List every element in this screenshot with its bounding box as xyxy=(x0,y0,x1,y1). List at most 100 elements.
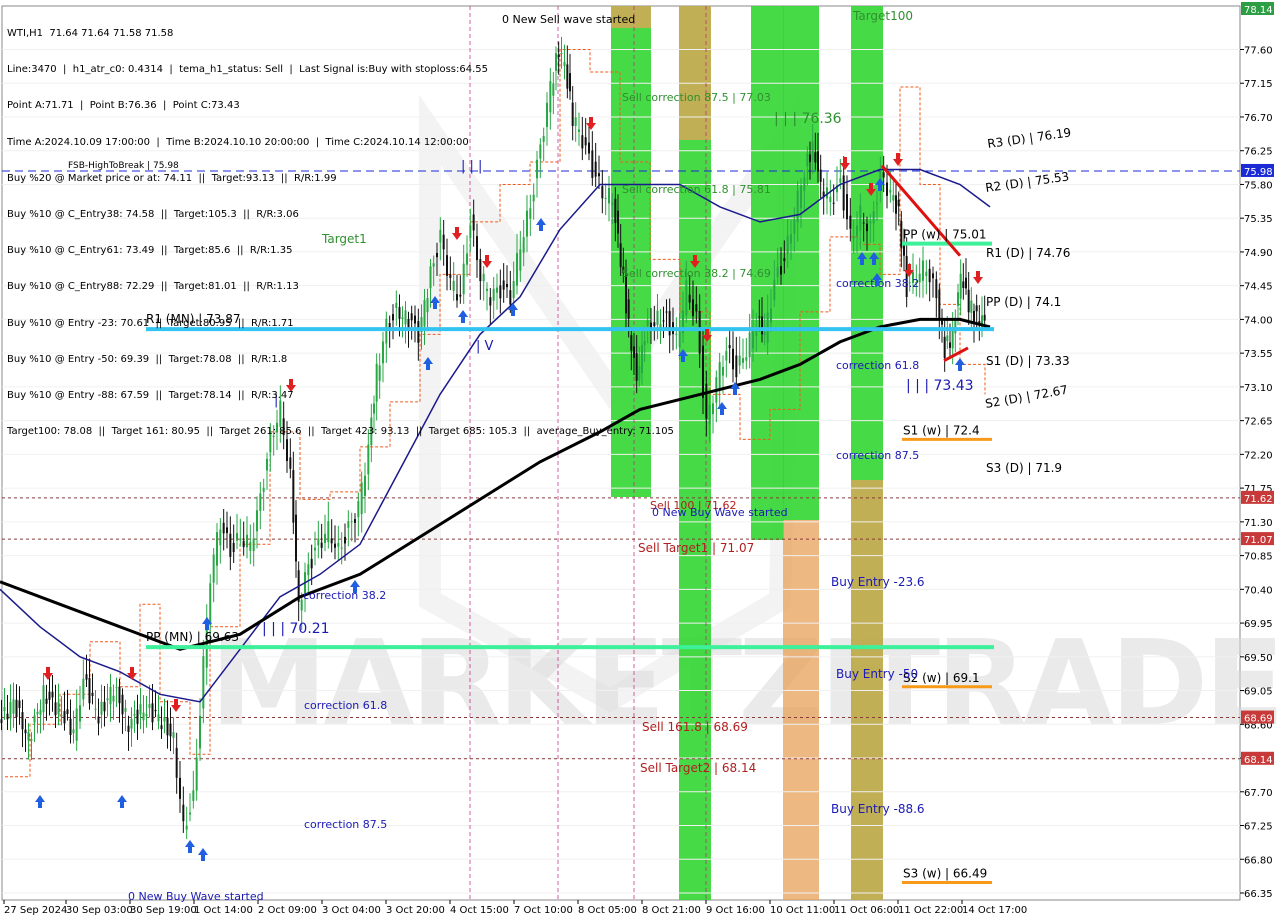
candle-body xyxy=(745,357,748,361)
x-tick-label: 11 Oct 22:00 xyxy=(898,905,963,916)
y-tick-label: 69.50 xyxy=(1244,653,1273,664)
candle-body xyxy=(839,178,842,183)
y-tick-label: 74.45 xyxy=(1244,282,1273,293)
info-line: Buy %10 @ Entry -50: 69.39 || Target:78.… xyxy=(7,353,288,365)
candle-body xyxy=(935,279,938,299)
candle-body xyxy=(938,289,941,320)
candle-body xyxy=(82,678,85,700)
price-badge-label: 78.14 xyxy=(1244,5,1273,16)
candle-body xyxy=(179,777,181,799)
candle-body xyxy=(946,335,949,342)
candle-body xyxy=(705,383,708,419)
candle-body xyxy=(3,707,6,711)
candle-body xyxy=(862,222,865,224)
candle-body xyxy=(357,501,360,518)
info-line: Buy %10 @ Entry -23: 70.61 || Target:80.… xyxy=(7,317,294,329)
y-tick-label: 77.15 xyxy=(1244,79,1273,90)
candle-body xyxy=(259,493,262,511)
candle-body xyxy=(856,225,858,236)
candle-body xyxy=(185,825,188,830)
y-tick-label: 67.25 xyxy=(1244,822,1273,833)
candle-body xyxy=(957,292,959,306)
candle-body xyxy=(763,332,766,336)
candle-body xyxy=(758,316,761,318)
candle-body xyxy=(970,300,973,313)
candle-body xyxy=(817,151,819,172)
y-tick-label: 75.35 xyxy=(1244,214,1273,225)
candle-body xyxy=(36,711,39,715)
candle-body xyxy=(9,702,12,719)
candle-body xyxy=(688,294,691,303)
x-tick-label: 30 Sep 03:00 xyxy=(66,905,133,916)
candle-body xyxy=(66,709,69,715)
candle-body xyxy=(148,704,151,708)
x-tick-label: 8 Oct 05:00 xyxy=(578,905,637,916)
candle-body xyxy=(770,308,772,323)
candle-body xyxy=(728,345,731,349)
candle-body xyxy=(242,540,245,548)
candle-body xyxy=(803,177,806,191)
candle-body xyxy=(106,698,109,701)
candle-body xyxy=(876,203,878,205)
x-tick-label: 1 Oct 14:00 xyxy=(194,905,253,916)
y-tick-label: 66.80 xyxy=(1244,855,1273,866)
candle-body xyxy=(142,712,145,721)
candle-body xyxy=(175,747,178,778)
candle-body xyxy=(157,714,160,722)
y-tick-label: 72.65 xyxy=(1244,417,1273,428)
candle-body xyxy=(27,732,30,741)
candle-body xyxy=(811,141,814,161)
chart-annotation: | | | 73.43 xyxy=(906,378,974,394)
info-line: Time A:2024.10.09 17:00:00 | Time B:2024… xyxy=(7,136,469,148)
chart-annotation: Buy Entry -23.6 xyxy=(831,575,925,589)
y-tick-label: 74.00 xyxy=(1244,315,1273,326)
candle-body xyxy=(886,182,888,196)
y-tick-label: 70.40 xyxy=(1244,585,1273,596)
signal-band-orange xyxy=(783,520,819,900)
candle-body xyxy=(675,333,678,335)
x-tick-label: 30 Sep 19:00 xyxy=(130,905,197,916)
candle-body xyxy=(959,273,962,299)
candle-body xyxy=(360,482,363,515)
chart-annotation: Sell Target2 | 68.14 xyxy=(640,761,756,775)
candle-body xyxy=(925,271,928,277)
candle-body xyxy=(903,244,905,256)
candle-body xyxy=(941,320,943,325)
candle-body xyxy=(232,542,235,552)
candle-body xyxy=(133,714,136,716)
candle-body xyxy=(786,235,789,254)
x-tick-label: 3 Oct 04:00 xyxy=(322,905,381,916)
candle-body xyxy=(21,712,24,730)
candle-body xyxy=(252,538,255,552)
candle-body xyxy=(85,674,88,680)
candle-body xyxy=(317,538,320,546)
candle-body xyxy=(295,514,297,562)
candle-body xyxy=(212,554,215,583)
candle-body xyxy=(846,194,848,220)
x-tick-label: 11 Oct 06:00 xyxy=(834,905,899,916)
x-tick-label: 7 Oct 10:00 xyxy=(514,905,573,916)
candle-body xyxy=(859,205,862,231)
candle-body xyxy=(48,691,51,700)
x-tick-label: 2 Oct 09:00 xyxy=(258,905,317,916)
info-line: Buy %10 @ Entry -88: 67.59 || Target:78.… xyxy=(7,389,294,401)
info-line: Buy %10 @ C_Entry38: 74.58 || Target:105… xyxy=(7,208,299,220)
candle-body xyxy=(202,656,205,709)
candle-body xyxy=(189,812,191,815)
candle-body xyxy=(54,702,57,716)
candle-body xyxy=(965,277,967,289)
candle-body xyxy=(735,355,738,378)
y-tick-label: 76.25 xyxy=(1244,147,1273,158)
y-tick-label: 69.95 xyxy=(1244,619,1273,630)
signal-band-orange xyxy=(851,480,883,900)
candle-body xyxy=(849,215,852,229)
candle-body xyxy=(334,543,336,548)
candle-body xyxy=(112,695,115,702)
candle-body xyxy=(702,345,704,398)
chart-annotation: 0 New Buy Wave started xyxy=(128,890,264,903)
chart-annotation: Sell Target1 | 71.07 xyxy=(638,541,754,555)
chart-annotation: Target100 xyxy=(852,9,913,23)
candle-body xyxy=(832,202,835,204)
candle-body xyxy=(97,716,100,724)
price-badge-label: 71.07 xyxy=(1244,535,1273,546)
